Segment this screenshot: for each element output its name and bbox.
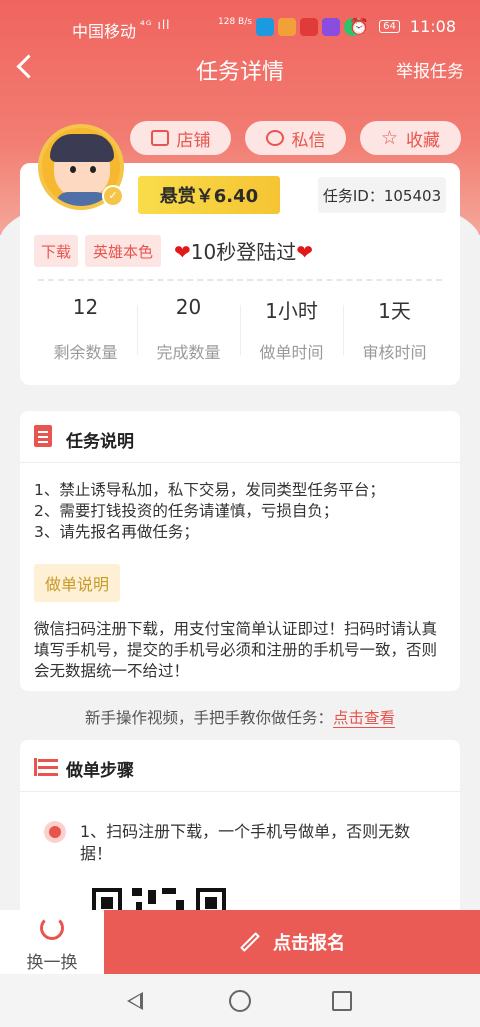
- task-stats: 12 剩余数量 20 完成数量 1小时 做单时间 1天 审核时间: [34, 295, 446, 363]
- stat-completed: 20 完成数量: [137, 295, 240, 363]
- step-text: 1、扫码注册下载，一个手机号做单，否则无数据！: [80, 822, 411, 863]
- document-icon: [34, 425, 52, 447]
- divider: [38, 279, 442, 281]
- swap-label: 换一换: [26, 953, 78, 973]
- app-icon: [255, 18, 274, 36]
- task-title: ❤10秒登陆过❤: [174, 236, 313, 265]
- note-text: 微信扫码注册下载，用支付宝简单认证即过！扫码时请认真填写手机号，提交的手机号必须…: [34, 620, 438, 680]
- app-icon: [299, 18, 318, 36]
- nav-bar: 任务详情 举报任务: [0, 46, 480, 90]
- system-recents-icon[interactable]: [332, 991, 352, 1011]
- swap-button[interactable]: 换一换: [0, 910, 104, 974]
- data-rate-label: 128 B/s: [218, 17, 252, 27]
- alarm-icon: ⏰: [349, 17, 370, 36]
- report-task-button[interactable]: 举报任务: [396, 57, 464, 82]
- stat-value: 1小时: [265, 299, 318, 323]
- system-home-icon[interactable]: [229, 990, 251, 1012]
- stat-remaining: 12 剩余数量: [34, 295, 137, 363]
- signal-icon: ⁴ᴳ ıll: [140, 18, 171, 32]
- task-description-card: 任务说明 1、禁止诱导私加，私下交易，发同类型任务平台； 2、需要打钱投资的任务…: [20, 411, 460, 691]
- shop-button[interactable]: 店铺: [130, 121, 231, 155]
- app-icon: [277, 18, 296, 36]
- tutorial-hint: 新手操作视频，手把手教你做任务：点击查看: [0, 706, 480, 728]
- list-icon: [34, 758, 58, 778]
- hint-text: 新手操作视频，手把手教你做任务：: [84, 709, 333, 727]
- tag-download: 下载: [34, 235, 78, 267]
- task-title-text: 10秒登陆过: [190, 240, 297, 264]
- section-title: 任务说明: [66, 432, 134, 452]
- stat-value: 20: [175, 295, 202, 319]
- section-title: 做单步骤: [66, 761, 134, 781]
- favorite-button[interactable]: ☆ 收藏: [360, 121, 461, 155]
- view-tutorial-link[interactable]: 点击查看: [333, 709, 396, 728]
- stat-work-time: 1小时 做单时间: [240, 295, 343, 363]
- action-pills: 店铺 私信 ☆ 收藏: [130, 121, 461, 155]
- rule-line: 3、请先报名再做任务；: [34, 523, 199, 541]
- edit-icon: [240, 932, 260, 952]
- rule-line: 1、禁止诱导私加，私下交易，发同类型任务平台；: [34, 481, 385, 499]
- section-header: 做单步骤: [20, 740, 460, 792]
- avatar-eye: [90, 166, 96, 173]
- step-marker-icon: [44, 821, 66, 843]
- message-label: 私信: [291, 130, 326, 151]
- stat-value: 12: [72, 295, 99, 319]
- task-id: 任务ID：105403: [318, 177, 446, 213]
- tag-name: 英雄本色: [85, 235, 161, 267]
- stat-review-time: 1天 审核时间: [343, 295, 446, 363]
- carrier-label: 中国移动: [72, 22, 137, 41]
- star-icon: ☆: [380, 127, 399, 149]
- refresh-icon: [40, 916, 64, 940]
- stat-label: 做单时间: [259, 343, 324, 362]
- signup-label: 点击报名: [273, 933, 345, 954]
- system-nav-bar: [0, 974, 480, 1027]
- clock-label: 11:08: [409, 17, 456, 36]
- rules-text: 1、禁止诱导私加，私下交易，发同类型任务平台； 2、需要打钱投资的任务请谨慎，亏…: [34, 480, 448, 543]
- favorite-label: 收藏: [406, 130, 441, 151]
- verified-icon: ✓: [102, 185, 124, 207]
- stat-value: 1天: [378, 299, 411, 323]
- shop-icon: [150, 130, 169, 146]
- message-button[interactable]: 私信: [245, 121, 346, 155]
- avatar-hair: [50, 134, 114, 162]
- signup-button[interactable]: 点击报名: [104, 910, 480, 974]
- shop-label: 店铺: [176, 130, 211, 151]
- notification-icons: 128 B/s: [218, 18, 362, 36]
- battery-icon: 64: [379, 20, 400, 33]
- rule-line: 2、需要打钱投资的任务请谨慎，亏损自负；: [34, 502, 339, 520]
- app-icon: [321, 18, 340, 36]
- system-back-icon[interactable]: [127, 992, 143, 1010]
- stat-label: 审核时间: [362, 343, 427, 362]
- stat-label: 剩余数量: [53, 343, 118, 362]
- stat-label: 完成数量: [156, 343, 221, 362]
- chat-icon: [265, 130, 284, 146]
- heart-icon: ❤: [174, 240, 191, 264]
- section-header: 任务说明: [20, 411, 460, 463]
- bottom-action-bar: 换一换 点击报名: [0, 910, 480, 974]
- heart-icon: ❤: [296, 240, 313, 264]
- reward-badge: 悬赏￥6.40: [138, 176, 280, 214]
- avatar-eye: [70, 166, 76, 173]
- note-tag: 做单说明: [34, 564, 120, 602]
